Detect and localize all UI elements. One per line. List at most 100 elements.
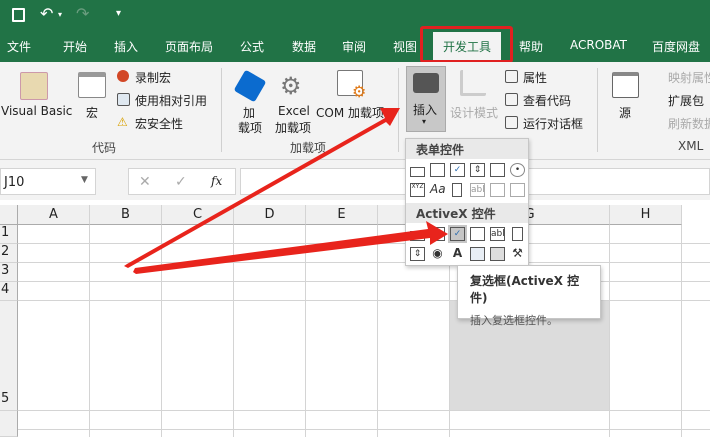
insert-label: 插入	[413, 103, 438, 117]
form-controls-heading: 表单控件	[406, 139, 528, 159]
design-mode-button[interactable]: 设计模式	[450, 104, 498, 121]
addins-label-2[interactable]: 载项	[238, 119, 262, 136]
list-box-icon[interactable]	[490, 163, 505, 177]
column-header-a[interactable]: A	[18, 205, 90, 225]
macros-button[interactable]: 宏	[86, 104, 98, 121]
chevron-down-icon: ▾	[422, 117, 427, 126]
insert-controls-dropdown: 表单控件 ✓ ⇕ • XYZ Aa abl ActiveX 控件 ✓ abl ⇕…	[405, 138, 529, 266]
button-control-icon[interactable]	[410, 167, 425, 177]
select-all-corner[interactable]	[0, 205, 18, 225]
gears-icon: ⚙	[280, 72, 302, 100]
visual-basic-icon	[20, 72, 48, 100]
column-header-d[interactable]: D	[234, 205, 306, 225]
design-mode-icon	[460, 70, 486, 96]
tab-help[interactable]: 帮助	[519, 38, 543, 55]
relative-reference-button[interactable]: 使用相对引用	[135, 92, 207, 109]
activex-text-box-icon[interactable]: abl	[490, 227, 505, 241]
text-field-icon[interactable]: abl	[470, 183, 485, 197]
enter-icon[interactable]: ✓	[175, 174, 187, 190]
activex-option-button-icon[interactable]: ◉	[430, 247, 445, 261]
row-header-4[interactable]: 4	[0, 282, 18, 301]
addins-icon	[233, 69, 267, 103]
expansion-packs-button[interactable]: 扩展包	[668, 92, 704, 109]
column-header-h[interactable]: H	[610, 205, 682, 225]
view-code-button[interactable]: 查看代码	[523, 92, 571, 109]
row-header-3[interactable]: 3	[0, 263, 18, 282]
column-header-c[interactable]: C	[162, 205, 234, 225]
row-header-5[interactable]: 5	[0, 301, 18, 411]
run-dialog-button[interactable]: 运行对话框	[523, 115, 583, 132]
activex-spin-button-icon[interactable]: ⇕	[410, 247, 425, 261]
chevron-down-icon[interactable]: ▼	[81, 175, 88, 185]
record-macro-icon	[117, 70, 129, 82]
macro-security-button[interactable]: 宏安全性	[135, 115, 183, 132]
spreadsheet-grid[interactable]: A B C D E F G H 1 2 3 4 5	[0, 205, 710, 437]
more-controls-icon[interactable]: ⚒	[510, 247, 525, 261]
cancel-icon[interactable]: ✕	[139, 174, 151, 190]
properties-button[interactable]: 属性	[523, 69, 547, 86]
scroll-bar-icon[interactable]	[452, 183, 462, 197]
tab-review[interactable]: 审阅	[342, 38, 366, 55]
activex-scroll-bar-icon[interactable]	[512, 227, 523, 241]
undo-icon[interactable]: ↶	[40, 4, 53, 23]
column-header-e[interactable]: E	[306, 205, 378, 225]
tab-file[interactable]: 文件	[7, 38, 31, 55]
view-code-icon	[505, 93, 518, 106]
column-header-b[interactable]: B	[90, 205, 162, 225]
activex-label-icon[interactable]: A	[450, 247, 465, 261]
checkbox-icon[interactable]: ✓	[450, 163, 465, 177]
xml-source-icon	[612, 72, 639, 98]
row-header-1[interactable]: 1	[0, 225, 18, 244]
formula-buttons: ✕ ✓ fx	[128, 168, 236, 195]
save-icon[interactable]	[12, 8, 25, 22]
macros-icon	[78, 72, 106, 98]
undo-dropdown[interactable]: ▾	[58, 10, 62, 19]
activex-combo-box-icon[interactable]	[430, 227, 445, 241]
redo-icon[interactable]: ↷	[76, 4, 89, 23]
activex-controls-heading: ActiveX 控件	[406, 203, 528, 223]
tab-home[interactable]: 开始	[63, 38, 87, 55]
tab-view[interactable]: 视图	[393, 38, 417, 55]
name-box[interactable]: J10 ▼	[0, 168, 96, 195]
tab-acrobat[interactable]: ACROBAT	[570, 38, 627, 52]
tab-baidu-netdisk[interactable]: 百度网盘	[652, 38, 700, 55]
toolbox-icon	[413, 73, 439, 93]
excel-addins-label-1[interactable]: Excel	[278, 104, 310, 118]
map-properties-button[interactable]: 映射属性	[668, 69, 710, 86]
customize-quick-access[interactable]: ▾	[116, 8, 121, 19]
activex-checkbox-icon[interactable]: ✓	[450, 227, 465, 241]
ribbon-tabs: 文件 开始 插入 页面布局 公式 数据 审阅 视图 开发工具 帮助 ACROBA…	[0, 32, 710, 62]
refresh-data-button[interactable]: 刷新数据	[668, 115, 710, 132]
tooltip-description: 插入复选框控件。	[470, 314, 558, 327]
excel-addins-label-2[interactable]: 加载项	[275, 119, 311, 136]
orange-gear-icon: ⚙	[352, 82, 367, 101]
tab-page-layout[interactable]: 页面布局	[165, 38, 213, 55]
com-addins-button[interactable]: COM 加载项	[316, 104, 384, 121]
activex-command-button-icon[interactable]	[410, 231, 425, 241]
group-box-icon[interactable]: XYZ	[410, 183, 425, 197]
spin-button-icon[interactable]: ⇕	[470, 163, 485, 177]
insert-button[interactable]: 插入 ▾	[406, 66, 446, 132]
name-box-value: J10	[4, 175, 25, 190]
combo-list-edit-icon[interactable]	[490, 183, 505, 197]
formula-bar: J10 ▼ ✕ ✓ fx	[0, 160, 710, 200]
activex-image-icon[interactable]	[470, 247, 485, 261]
group-label-addins: 加载项	[290, 141, 327, 155]
row-header-6[interactable]	[0, 411, 18, 437]
option-button-icon[interactable]: •	[510, 163, 525, 177]
tab-insert[interactable]: 插入	[114, 38, 138, 55]
label-icon[interactable]: Aa	[430, 183, 446, 197]
activex-toggle-button-icon[interactable]	[490, 247, 505, 261]
xml-source-button[interactable]: 源	[619, 104, 631, 121]
group-label-code: 代码	[92, 141, 117, 155]
activex-list-box-icon[interactable]	[470, 227, 485, 241]
combo-box-icon[interactable]	[430, 163, 445, 177]
tab-data[interactable]: 数据	[292, 38, 316, 55]
title-bar: ↶ ▾ ↷ ▾	[0, 0, 710, 32]
tab-formulas[interactable]: 公式	[240, 38, 264, 55]
insert-function-icon[interactable]: fx	[211, 174, 222, 188]
record-macro-button[interactable]: 录制宏	[135, 69, 171, 86]
row-header-2[interactable]: 2	[0, 244, 18, 263]
visual-basic-button[interactable]: Visual Basic	[1, 104, 72, 118]
combo-drop-edit-icon[interactable]	[510, 183, 525, 197]
